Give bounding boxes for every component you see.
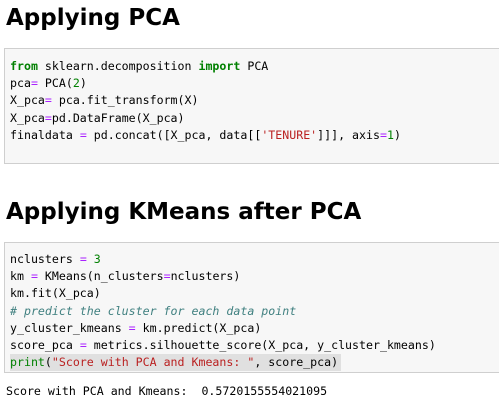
code-block: from sklearn.decomposition import PCA pca… [10,58,401,144]
operator-token: = [79,252,87,266]
code-token: , score_pca) [254,355,339,370]
number-token: 2 [72,76,80,91]
code-line: X_pca= pca.fit_transform(X) [10,92,401,109]
string-token: 'TENURE' [261,127,318,142]
code-line: nclusters = 3 [10,251,436,268]
operator-token: = [79,337,87,352]
section-heading-kmeans: Applying KMeans after PCA [6,199,362,225]
operator-token: = [44,93,52,108]
code-token: ]]], axis [317,127,380,142]
code-token: pca.fit_transform(X) [51,93,199,108]
operator-token: = [44,110,52,125]
code-line: km.fit(X_pca) [10,285,436,302]
code-token: ( [44,355,52,370]
operator-token: = [79,127,87,142]
code-line: score_pca = metrics.silhouette_score(X_p… [10,337,436,354]
code-token: ) [393,127,401,142]
code-token: pd.concat([X_pca, data[[ [86,127,262,142]
operator-token: = [379,127,387,142]
section-heading-pca: Applying PCA [6,5,180,31]
code-token: X_pca [10,110,45,125]
highlighted-line: print("Score with PCA and Kmeans: ", sco… [10,354,342,372]
number-token: 3 [93,252,101,266]
code-token: nclusters [10,252,80,266]
code-line: y_cluster_kmeans = km.predict(X_pca) [10,320,436,337]
keyword-token: from [10,59,38,73]
code-token: pd.DataFrame(X_pca) [51,110,185,125]
code-line: # predict the cluster for each data poin… [10,303,436,320]
code-cell-pca[interactable]: from sklearn.decomposition import PCA pca… [4,48,499,164]
code-token: PCA [240,59,269,73]
code-line: from sklearn.decomposition import PCA [10,58,401,75]
keyword-token: import [198,59,241,73]
number-token: 1 [386,127,394,142]
code-token: KMeans(n_clusters [37,269,164,284]
operator-token: = [163,269,171,284]
code-line: print("Score with PCA and Kmeans: ", sco… [10,354,436,372]
code-token: ) [79,76,87,91]
operator-token: = [30,76,38,91]
code-line: finaldata = pd.concat([X_pca, data[['TEN… [10,127,401,144]
code-token: finaldata [10,127,80,142]
code-line: km = KMeans(n_clusters=nclusters) [10,268,436,285]
code-token: PCA( [37,76,73,91]
builtin-token: print [10,355,45,370]
code-line: X_pca=pd.DataFrame(X_pca) [10,110,401,127]
code-token: km.fit(X_pca) [10,286,101,301]
code-block: nclusters = 3 km = KMeans(n_clusters=nclu… [10,251,436,372]
code-token: metrics.silhouette_score(X_pca, y_cluste… [86,337,436,352]
string-token: "Score with PCA and Kmeans: " [51,355,255,370]
code-token: X_pca [10,93,45,108]
code-line: pca= PCA(2) [10,75,401,92]
cell-output: Score with PCA and Kmeans: 0.57201555540… [6,384,328,398]
code-token: sklearn.decomposition [37,59,199,73]
code-token: km.predict(X_pca) [135,320,262,335]
comment-token: # predict the cluster for each data poin… [10,303,297,318]
code-token: nclusters) [170,269,241,284]
code-token: km [10,269,31,284]
code-token: score_pca [10,337,80,352]
code-token: y_cluster_kmeans [10,320,129,335]
code-token: pca [10,76,31,91]
operator-token: = [128,320,136,335]
operator-token: = [30,269,38,284]
code-cell-kmeans[interactable]: nclusters = 3 km = KMeans(n_clusters=nclu… [4,242,499,373]
